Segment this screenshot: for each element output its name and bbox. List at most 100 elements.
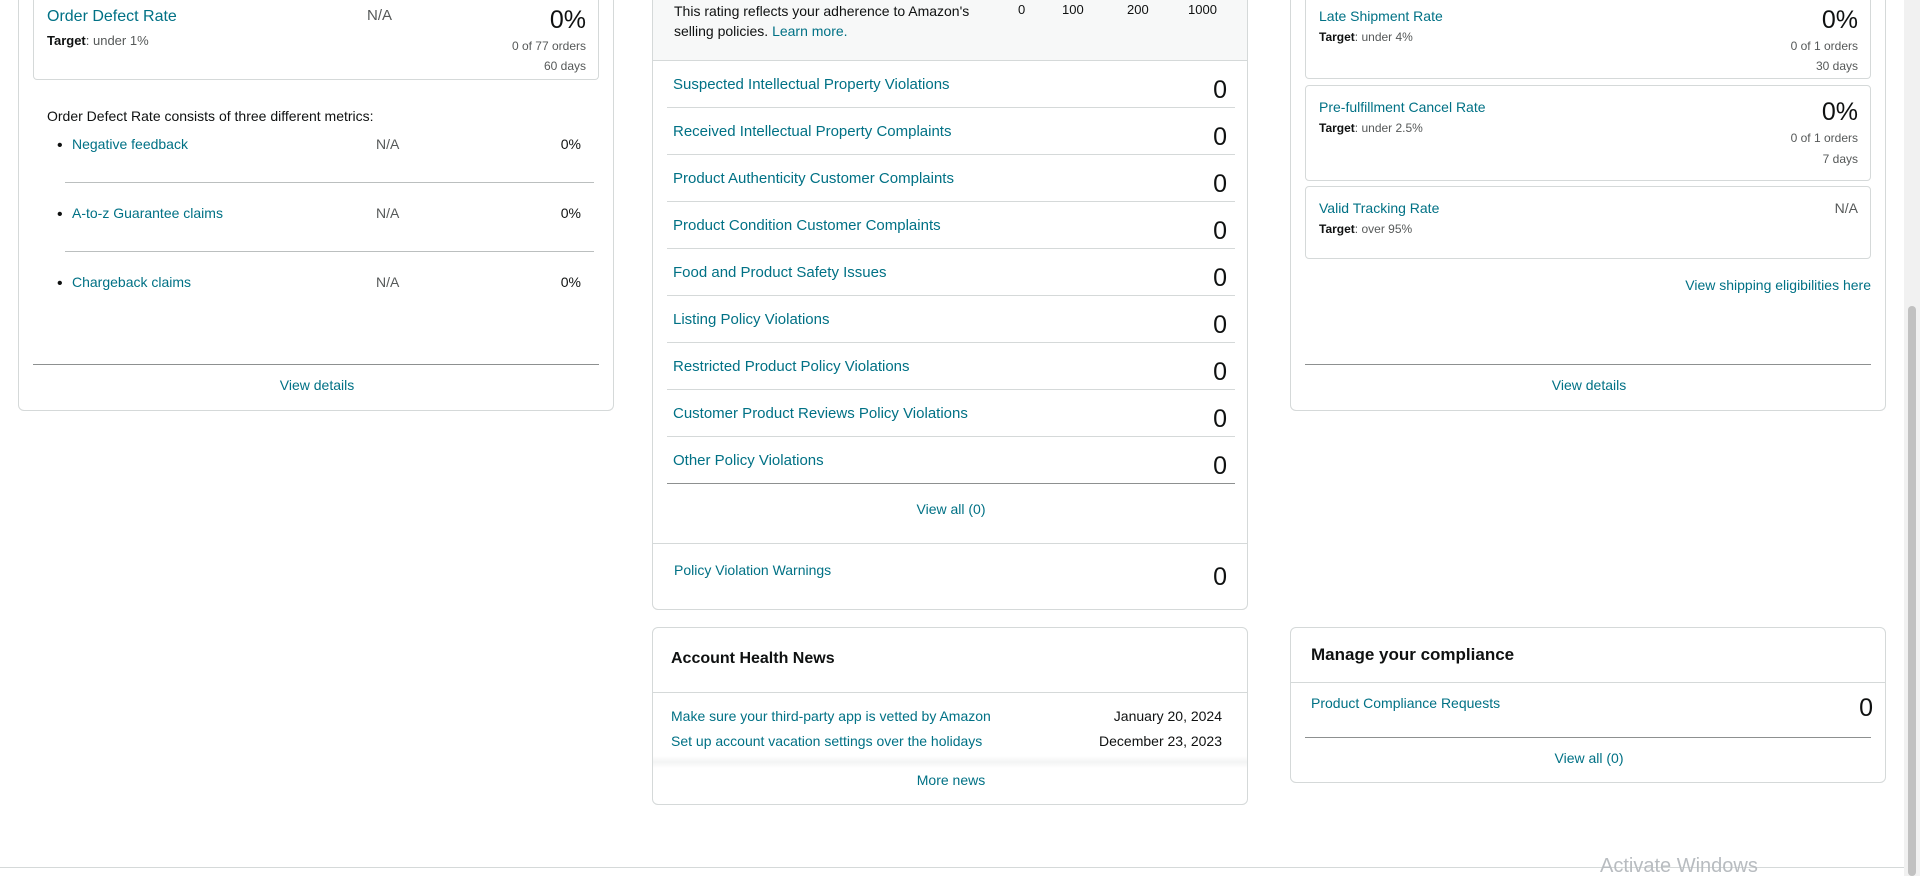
policy-count: 0 [1213,311,1227,339]
negative-feedback-na: N/A [376,136,400,152]
policy-link[interactable]: Suspected Intellectual Property Violatio… [673,76,950,93]
metric-row-negative-feedback: • Negative feedback N/A 0% [47,136,593,166]
policy-count: 0 [1213,452,1227,480]
cancel-rate-target: Target: under 2.5% [1319,121,1423,135]
policy-link[interactable]: Restricted Product Policy Violations [673,358,910,375]
scale-label: 100 [1062,2,1084,17]
chargeback-na: N/A [376,274,400,290]
manage-compliance-card: Manage your compliance Product Complianc… [1290,627,1886,783]
policy-row: Listing Policy Violations 0 [667,295,1235,343]
bullet-icon: • [57,206,63,223]
policy-count: 0 [1213,217,1227,245]
divider [1305,737,1871,738]
news-item-date: January 20, 2024 [1113,708,1222,724]
divider [653,543,1247,544]
order-defect-rate-link[interactable]: Order Defect Rate [47,8,177,26]
learn-more-link[interactable]: Learn more. [772,23,847,39]
odr-value: 0% [549,6,586,34]
odr-orders: 0 of 77 orders [511,39,586,53]
late-shipment-value: 0% [1821,6,1858,34]
view-all-policy-link[interactable]: View all (0) [653,501,1249,517]
policy-row: Restricted Product Policy Violations 0 [667,342,1235,390]
cancel-rate-box: Pre-fulfillment Cancel Rate Target: unde… [1305,85,1871,181]
policy-row: Suspected Intellectual Property Violatio… [667,60,1235,108]
divider [1291,682,1885,683]
policy-count: 0 [1213,358,1227,386]
more-news-link[interactable]: More news [653,772,1249,788]
atoz-na: N/A [376,205,400,221]
policy-row: Customer Product Reviews Policy Violatio… [667,389,1235,437]
policy-link[interactable]: Product Condition Customer Complaints [673,217,941,234]
negative-feedback-link[interactable]: Negative feedback [72,136,188,152]
bullet-icon: • [57,137,63,154]
tracking-rate-target: Target: over 95% [1319,222,1413,236]
activate-windows-watermark: Activate Windows [1600,855,1758,877]
scale-label: 1000 [1188,2,1217,17]
odr-target: Target: under 1% [47,33,149,48]
policy-link[interactable]: Customer Product Reviews Policy Violatio… [673,405,968,422]
policy-row: Product Condition Customer Complaints 0 [667,201,1235,249]
metric-row-atoz: • A-to-z Guarantee claims N/A 0% [47,205,593,235]
policy-count: 0 [1213,264,1227,292]
late-shipment-orders: 0 of 1 orders [1790,39,1858,53]
odr-na: N/A [367,7,393,24]
policy-row: Product Authenticity Customer Complaints… [667,154,1235,202]
news-fade [653,756,1247,768]
customer-service-performance-card: Order Defect Rate Target: under 1% N/A 0… [18,0,614,411]
policy-link[interactable]: Food and Product Safety Issues [673,264,886,281]
policy-count: 0 [1213,405,1227,433]
order-defect-rate-box: Order Defect Rate Target: under 1% N/A 0… [33,0,599,80]
view-details-link[interactable]: View details [19,377,615,393]
divider [653,692,1247,693]
policy-row: Received Intellectual Property Complaint… [667,107,1235,155]
shipping-eligibilities-link[interactable]: View shipping eligibilities here [1685,277,1871,293]
tracking-rate-link[interactable]: Valid Tracking Rate [1319,200,1439,216]
policy-link[interactable]: Product Authenticity Customer Complaints [673,170,954,187]
view-details-link[interactable]: View details [1291,377,1887,393]
news-item-link[interactable]: Make sure your third-party app is vetted… [671,708,991,724]
policy-link[interactable]: Received Intellectual Property Complaint… [673,123,951,140]
compliance-requests-count: 0 [1859,694,1873,722]
divider [65,251,594,252]
rating-header: This rating reflects your adherence to A… [653,0,1247,61]
scale-label: 200 [1127,2,1149,17]
policy-warnings-count: 0 [1213,563,1227,591]
atoz-claims-link[interactable]: A-to-z Guarantee claims [72,205,223,221]
negative-feedback-value: 0% [560,136,581,152]
metric-row-chargeback: • Chargeback claims N/A 0% [47,274,593,304]
account-health-news-card: Account Health News Make sure your third… [652,627,1248,805]
tracking-rate-box: Valid Tracking Rate Target: over 95% N/A [1305,186,1871,259]
compliance-title: Manage your compliance [1311,645,1515,664]
chargeback-value: 0% [560,274,581,290]
scrollbar-thumb[interactable] [1908,306,1916,876]
cancel-rate-link[interactable]: Pre-fulfillment Cancel Rate [1319,99,1486,115]
rating-text: This rating reflects your adherence to A… [674,3,970,39]
cancel-rate-value: 0% [1821,98,1858,126]
scale-label: 0 [1018,2,1026,17]
policy-row: Other Policy Violations 0 [667,436,1235,484]
odr-days: 60 days [543,59,586,73]
late-shipment-target: Target: under 4% [1319,30,1413,44]
late-shipment-box: Late Shipment Rate Target: under 4% 0% 0… [1305,0,1871,79]
compliance-requests-link[interactable]: Product Compliance Requests [1311,695,1500,711]
policy-warnings-link[interactable]: Policy Violation Warnings [674,562,831,578]
policy-link[interactable]: Listing Policy Violations [673,311,829,328]
divider [1305,364,1871,365]
policy-row: Food and Product Safety Issues 0 [667,248,1235,296]
divider [33,364,599,365]
chargeback-claims-link[interactable]: Chargeback claims [72,274,191,290]
policy-count: 0 [1213,170,1227,198]
tracking-rate-na: N/A [1834,200,1858,216]
news-item-date: December 23, 2023 [1099,733,1222,749]
policy-link[interactable]: Other Policy Violations [673,452,824,469]
bullet-icon: • [57,275,63,292]
late-shipment-link[interactable]: Late Shipment Rate [1319,8,1443,24]
vertical-scrollbar[interactable] [1904,0,1920,876]
atoz-value: 0% [560,205,581,221]
odr-consists-text: Order Defect Rate consists of three diff… [47,108,374,124]
late-shipment-days: 30 days [1815,59,1858,73]
news-title: Account Health News [671,650,835,667]
policy-count: 0 [1213,76,1227,104]
news-item-link[interactable]: Set up account vacation settings over th… [671,733,982,749]
view-all-compliance-link[interactable]: View all (0) [1291,750,1887,766]
